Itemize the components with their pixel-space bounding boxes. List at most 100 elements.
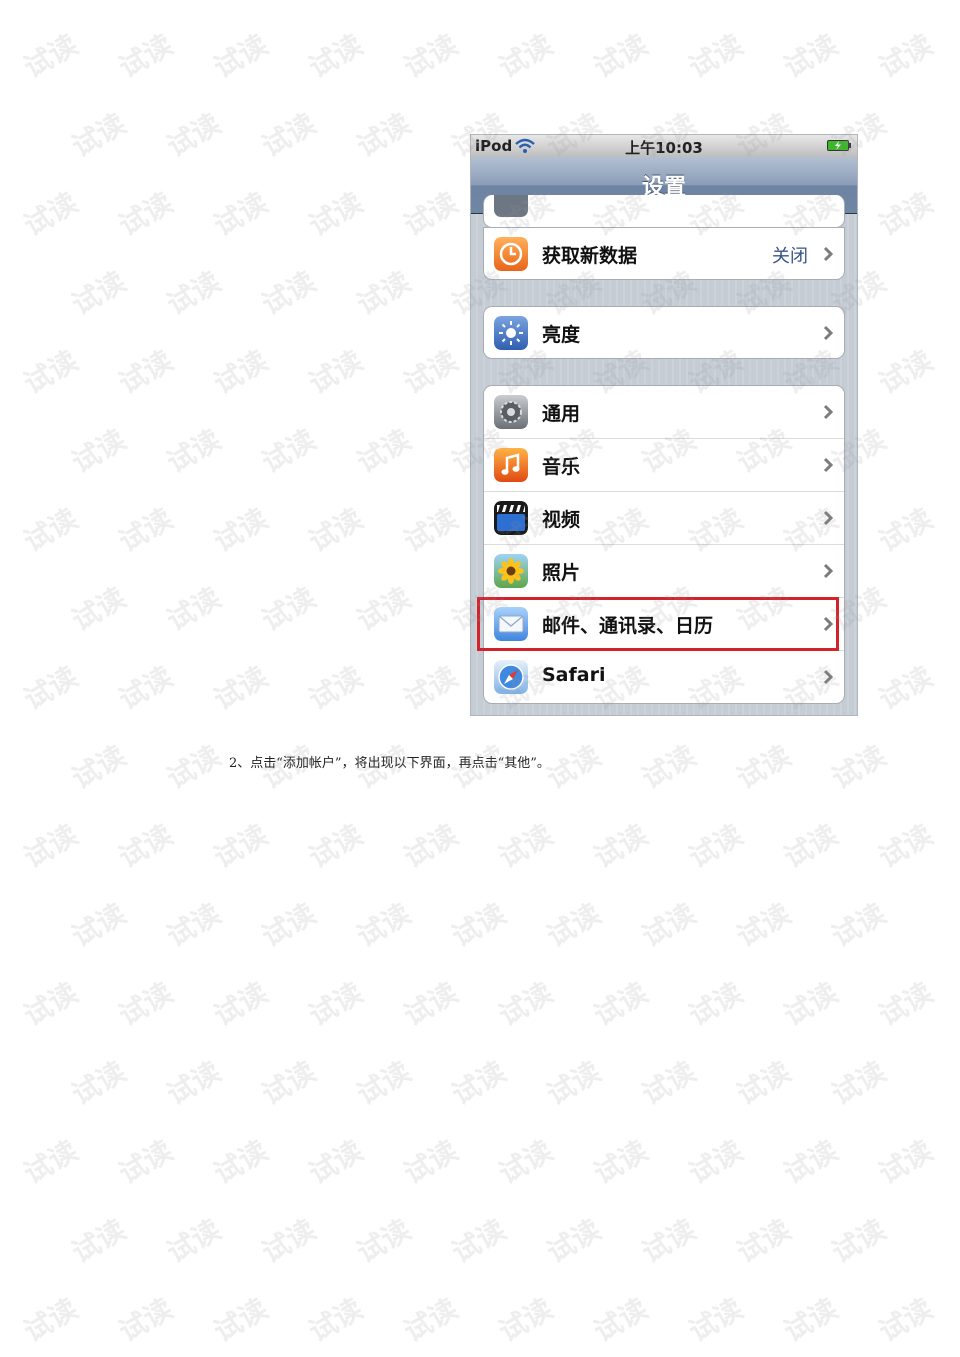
watermark-text: 试读: [18, 186, 84, 243]
watermark-text: 试读: [351, 423, 417, 480]
watermark-text: 试读: [778, 818, 844, 875]
watermark-text: 试读: [778, 976, 844, 1033]
watermark-text: 试读: [66, 423, 132, 480]
watermark-text: 试读: [873, 186, 939, 243]
watermark-text: 试读: [18, 1134, 84, 1191]
group-apps: 通用 音乐 视频 照片 邮件、通讯录、日历 Safari: [483, 385, 845, 704]
watermark-text: 试读: [731, 1213, 797, 1270]
clock-icon: [494, 237, 528, 271]
watermark-text: 试读: [588, 976, 654, 1033]
watermark-text: 试读: [113, 186, 179, 243]
settings-row-photos[interactable]: 照片: [484, 545, 844, 598]
watermark-text: 试读: [873, 28, 939, 85]
watermark-text: 试读: [588, 28, 654, 85]
watermark-text: 试读: [256, 1055, 322, 1112]
watermark-text: 试读: [636, 897, 702, 954]
watermark-text: 试读: [113, 28, 179, 85]
watermark-text: 试读: [66, 581, 132, 638]
row-value: 关闭: [772, 246, 808, 267]
row-label: 获取新数据: [542, 245, 638, 267]
chevron-right-icon: [823, 563, 833, 579]
watermark-text: 试读: [208, 28, 274, 85]
chevron-right-icon: [823, 457, 833, 473]
watermark-text: 试读: [826, 897, 892, 954]
watermark-text: 试读: [18, 660, 84, 717]
watermark-text: 试读: [18, 976, 84, 1033]
watermark-text: 试读: [493, 1134, 559, 1191]
watermark-text: 试读: [826, 1213, 892, 1270]
watermark-text: 试读: [493, 1292, 559, 1349]
watermark-text: 试读: [446, 1213, 512, 1270]
watermark-text: 试读: [113, 660, 179, 717]
watermark-text: 试读: [303, 1134, 369, 1191]
instruction-caption: 2、点击“添加帐户”，将出现以下界面，再点击“其他”。: [229, 756, 550, 771]
group-fetch: 获取新数据 关闭: [483, 227, 845, 280]
watermark-text: 试读: [113, 1292, 179, 1349]
watermark-text: 试读: [873, 1134, 939, 1191]
watermark-text: 试读: [303, 186, 369, 243]
gear-icon: [494, 395, 528, 429]
watermark-text: 试读: [398, 344, 464, 401]
watermark-text: 试读: [113, 818, 179, 875]
watermark-text: 试读: [351, 107, 417, 164]
watermark-text: 试读: [208, 660, 274, 717]
row-label: 亮度: [542, 324, 581, 346]
watermark-text: 试读: [398, 1292, 464, 1349]
watermark-text: 试读: [66, 897, 132, 954]
watermark-text: 试读: [398, 818, 464, 875]
watermark-text: 试读: [208, 818, 274, 875]
row-label: 视频: [542, 509, 581, 531]
watermark-text: 试读: [636, 739, 702, 796]
watermark-text: 试读: [66, 1055, 132, 1112]
watermark-text: 试读: [778, 28, 844, 85]
settings-row-fetch[interactable]: 获取新数据 关闭: [484, 228, 844, 279]
watermark-text: 试读: [778, 1292, 844, 1349]
watermark-text: 试读: [303, 502, 369, 559]
music-icon: [494, 448, 528, 482]
settings-row-video[interactable]: 视频: [484, 492, 844, 545]
watermark-text: 试读: [18, 818, 84, 875]
settings-row-music[interactable]: 音乐: [484, 439, 844, 492]
watermark-text: 试读: [256, 423, 322, 480]
watermark-text: 试读: [683, 818, 749, 875]
watermark-text: 试读: [113, 344, 179, 401]
watermark-text: 试读: [161, 1055, 227, 1112]
watermark-text: 试读: [66, 739, 132, 796]
watermark-text: 试读: [826, 1055, 892, 1112]
status-bar: iPod 上午10:03: [471, 135, 857, 157]
watermark-text: 试读: [161, 1213, 227, 1270]
chevron-right-icon: [823, 325, 833, 341]
watermark-text: 试读: [66, 1213, 132, 1270]
watermark-text: 试读: [303, 976, 369, 1033]
watermark-text: 试读: [683, 28, 749, 85]
watermark-text: 试读: [446, 897, 512, 954]
watermark-text: 试读: [398, 502, 464, 559]
watermark-text: 试读: [18, 1292, 84, 1349]
watermark-text: 试读: [636, 1055, 702, 1112]
watermark-text: 试读: [493, 818, 559, 875]
watermark-text: 试读: [303, 28, 369, 85]
watermark-text: 试读: [161, 739, 227, 796]
watermark-text: 试读: [398, 660, 464, 717]
watermark-text: 试读: [873, 344, 939, 401]
group-brightness: 亮度: [483, 306, 845, 359]
watermark-text: 试读: [826, 739, 892, 796]
watermark-text: 试读: [18, 28, 84, 85]
watermark-text: 试读: [351, 265, 417, 322]
settings-row-brightness[interactable]: 亮度: [484, 307, 844, 358]
watermark-text: 试读: [683, 1134, 749, 1191]
row-label: Safari: [542, 664, 606, 686]
settings-row-safari[interactable]: Safari: [484, 651, 844, 703]
watermark-text: 试读: [873, 818, 939, 875]
watermark-text: 试读: [351, 897, 417, 954]
watermark-text: 试读: [873, 1292, 939, 1349]
phone-screenshot: iPod 上午10:03 设置 获取新数据 关闭 亮度 通用 音乐 视频 照片 …: [470, 134, 858, 716]
status-time: 上午10:03: [625, 139, 703, 157]
watermark-text: 试读: [303, 818, 369, 875]
watermark-text: 试读: [208, 186, 274, 243]
watermark-text: 试读: [256, 1213, 322, 1270]
safari-icon: [494, 660, 528, 694]
settings-row-general[interactable]: 通用: [484, 386, 844, 439]
watermark-text: 试读: [398, 976, 464, 1033]
watermark-text: 试读: [778, 1134, 844, 1191]
